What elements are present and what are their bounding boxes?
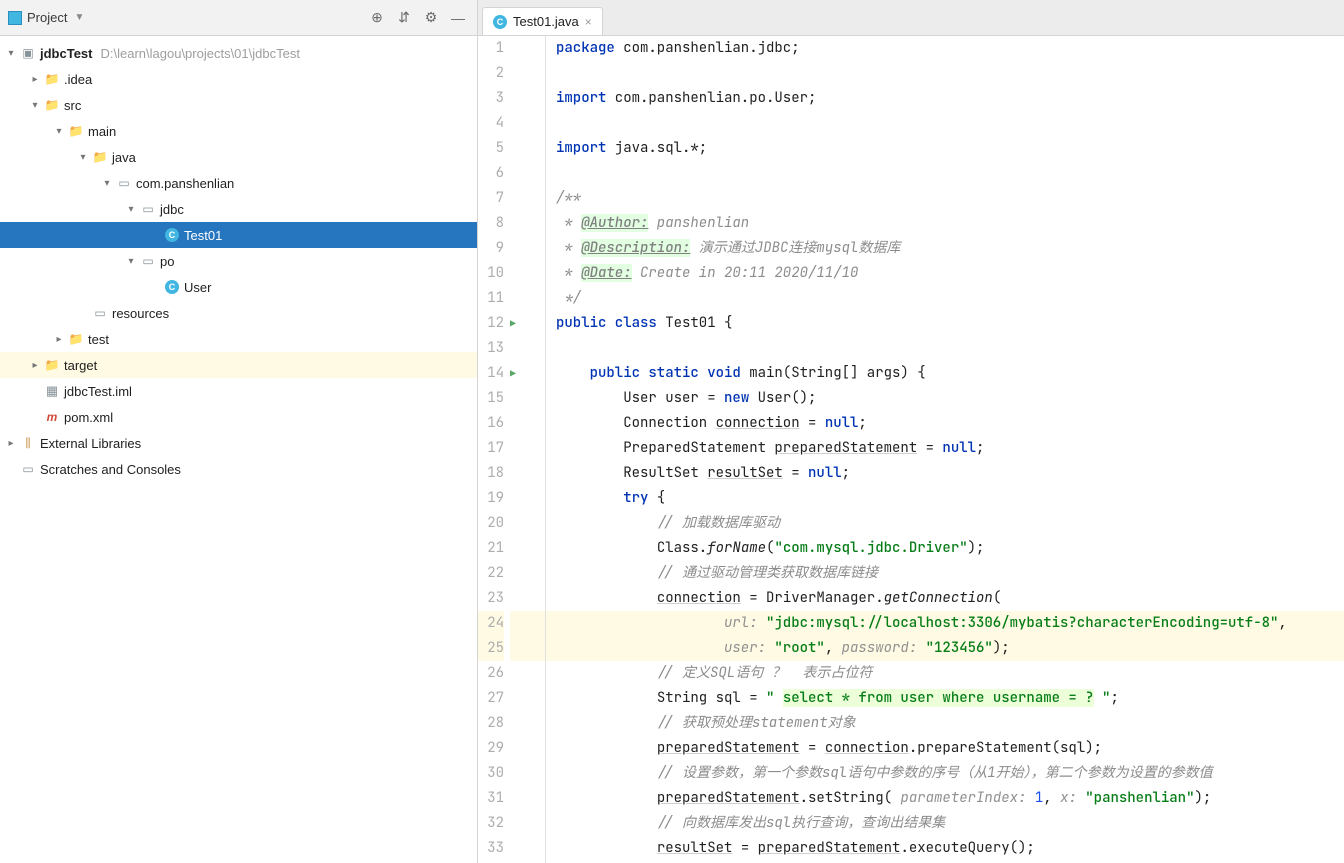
tree-package[interactable]: ▾▭com.panshenlian [0,170,477,196]
tree-external-libs[interactable]: ▸⫼External Libraries [0,430,477,456]
code-editor[interactable]: 1234567891011121314151617181920212223242… [478,36,1344,863]
tree-scratches[interactable]: ▭Scratches and Consoles [0,456,477,482]
tree-package-jdbc[interactable]: ▾▭jdbc [0,196,477,222]
class-icon: C [493,15,507,29]
chevron-down-icon: ▼ [74,12,84,23]
tab-test01[interactable]: C Test01.java × [482,7,603,35]
project-dropdown[interactable]: Project [27,10,67,25]
hide-icon[interactable]: — [447,7,469,29]
collapse-icon[interactable]: ⇵ [393,7,415,29]
gear-icon[interactable]: ⚙ [420,7,442,29]
code-content[interactable]: package com.panshenlian.jdbc; import com… [546,36,1344,863]
tree-folder-test[interactable]: ▸📁test [0,326,477,352]
editor-area: C Test01.java × 123456789101112131415161… [478,0,1344,863]
tree-folder-target[interactable]: ▸📁target [0,352,477,378]
tree-root[interactable]: ▾▣jdbcTestD:\learn\lagou\projects\01\jdb… [0,40,477,66]
run-icon[interactable]: ▶ [510,317,516,330]
project-icon [8,11,22,25]
tree-package-po[interactable]: ▾▭po [0,248,477,274]
tree-folder-idea[interactable]: ▸📁.idea [0,66,477,92]
locate-icon[interactable]: ⊕ [366,7,388,29]
run-icon[interactable]: ▶ [510,367,516,380]
project-sidebar: Project ▼ ⊕ ⇵ ⚙ — ▾▣jdbcTestD:\learn\lag… [0,0,478,863]
run-gutter: ▶▶ [510,36,526,863]
tree-class-user[interactable]: CUser [0,274,477,300]
sidebar-header: Project ▼ ⊕ ⇵ ⚙ — [0,0,477,36]
tree-folder-java[interactable]: ▾📁java [0,144,477,170]
fold-column [526,36,546,863]
tree-class-test01[interactable]: CTest01 [0,222,477,248]
tree-folder-src[interactable]: ▾📁src [0,92,477,118]
close-icon[interactable]: × [585,15,592,29]
tree-file-iml[interactable]: ▦jdbcTest.iml [0,378,477,404]
tab-label: Test01.java [513,14,579,29]
line-gutter: 1234567891011121314151617181920212223242… [478,36,510,863]
tree-folder-main[interactable]: ▾📁main [0,118,477,144]
editor-tabs: C Test01.java × [478,0,1344,36]
project-tree[interactable]: ▾▣jdbcTestD:\learn\lagou\projects\01\jdb… [0,36,477,863]
tree-folder-resources[interactable]: ▭resources [0,300,477,326]
tree-file-pom[interactable]: mpom.xml [0,404,477,430]
